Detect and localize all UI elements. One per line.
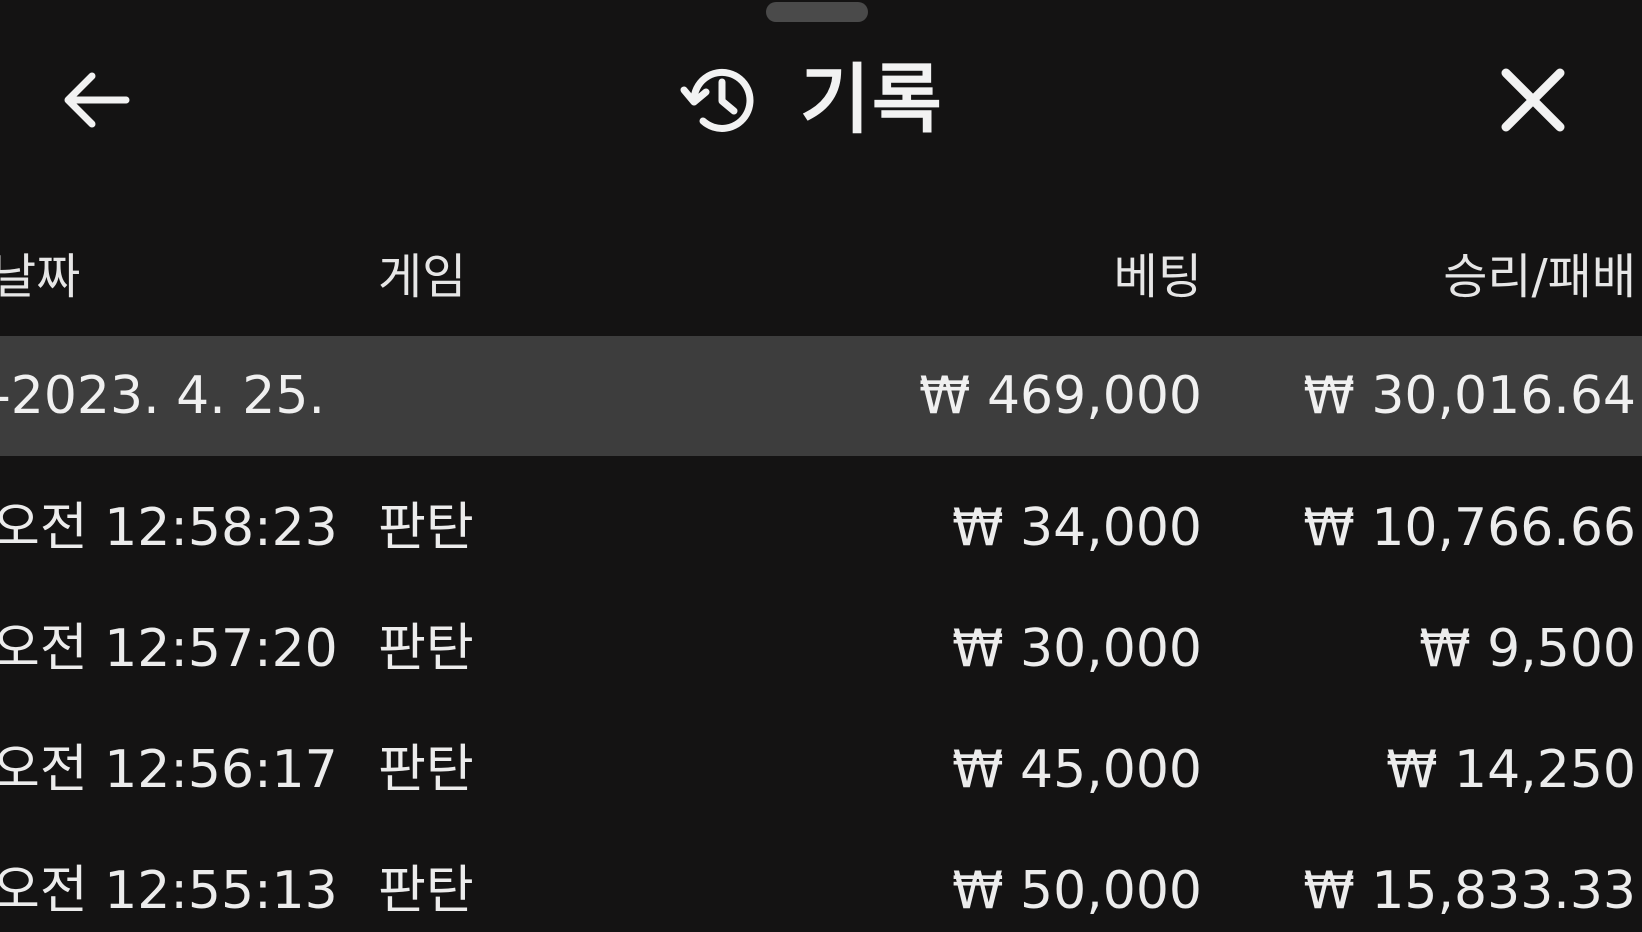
back-button[interactable] xyxy=(52,58,142,142)
row-time: 오전 12:55:13 xyxy=(0,861,338,921)
column-header-bet[interactable]: 베팅 xyxy=(1114,232,1202,322)
summary-bet: ₩ 469,000 xyxy=(919,366,1202,426)
row-result: ₩ 15,833.33 xyxy=(1303,861,1636,921)
row-time: 오전 12:56:17 xyxy=(0,740,338,800)
row-time: 오전 12:58:23 xyxy=(0,498,338,558)
row-game: 판탄 xyxy=(378,619,474,679)
row-bet: ₩ 30,000 xyxy=(952,619,1202,679)
header: 기록 xyxy=(0,40,1642,160)
row-result: ₩ 10,766.66 xyxy=(1303,498,1636,558)
history-screen: 기록 날짜 게임 베팅 승리/패배 -2023. 4. 25. ₩ 469,00… xyxy=(0,0,1642,932)
row-bet: ₩ 50,000 xyxy=(952,861,1202,921)
column-header-date[interactable]: 날짜 xyxy=(0,232,80,322)
row-game: 판탄 xyxy=(378,498,474,558)
row-result: ₩ 9,500 xyxy=(1419,619,1636,679)
table-header: 날짜 게임 베팅 승리/패배 xyxy=(0,232,1642,322)
arrow-left-icon xyxy=(62,72,132,128)
history-icon xyxy=(680,60,760,140)
summary-date: -2023. 4. 25. xyxy=(0,366,325,426)
table-row[interactable]: 오전 12:55:13 판탄 ₩ 50,000 ₩ 15,833.33 xyxy=(0,831,1642,932)
row-game: 판탄 xyxy=(378,740,474,800)
table-row[interactable]: 오전 12:57:20 판탄 ₩ 30,000 ₩ 9,500 xyxy=(0,589,1642,710)
close-button[interactable] xyxy=(1488,58,1578,142)
title-group: 기록 xyxy=(680,54,944,146)
drag-handle[interactable] xyxy=(766,2,868,22)
row-time: 오전 12:57:20 xyxy=(0,619,338,679)
date-summary-row[interactable]: -2023. 4. 25. ₩ 469,000 ₩ 30,016.64 xyxy=(0,336,1642,456)
row-game: 판탄 xyxy=(378,861,474,921)
table-row[interactable]: 오전 12:58:23 판탄 ₩ 34,000 ₩ 10,766.66 xyxy=(0,468,1642,589)
history-list: 오전 12:58:23 판탄 ₩ 34,000 ₩ 10,766.66 오전 1… xyxy=(0,468,1642,932)
column-header-game[interactable]: 게임 xyxy=(378,232,466,322)
column-header-result[interactable]: 승리/패배 xyxy=(1443,232,1636,322)
summary-result: ₩ 30,016.64 xyxy=(1303,366,1636,426)
close-icon xyxy=(1500,67,1566,133)
row-bet: ₩ 34,000 xyxy=(952,498,1202,558)
table-row[interactable]: 오전 12:56:17 판탄 ₩ 45,000 ₩ 14,250 xyxy=(0,710,1642,831)
row-result: ₩ 14,250 xyxy=(1386,740,1636,800)
page-title: 기록 xyxy=(800,55,944,144)
row-bet: ₩ 45,000 xyxy=(952,740,1202,800)
